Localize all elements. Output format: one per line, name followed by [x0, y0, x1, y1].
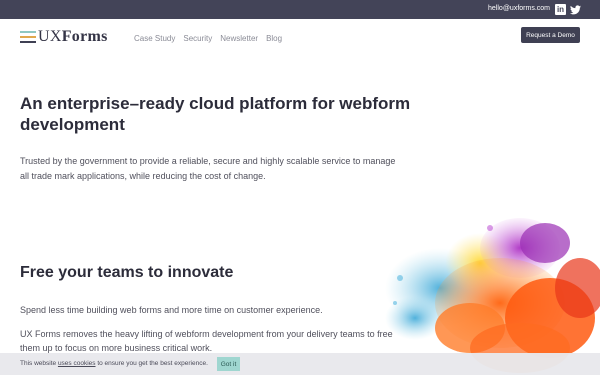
- top-bar: hello@uxforms.com in: [0, 0, 600, 19]
- section-title: Free your teams to innovate: [20, 264, 234, 281]
- nav-links: Case Study Security Newsletter Blog: [134, 34, 282, 43]
- twitter-icon[interactable]: [570, 4, 581, 15]
- request-demo-button[interactable]: Request a Demo: [521, 27, 580, 43]
- nav-link-blog[interactable]: Blog: [266, 34, 282, 43]
- cookie-banner: This website uses cookies to ensure you …: [0, 353, 600, 375]
- nav-link-newsletter[interactable]: Newsletter: [220, 34, 258, 43]
- paint-splash-image: [380, 208, 600, 375]
- section-paragraph-2: UX Forms removes the heavy lifting of we…: [20, 329, 393, 353]
- linkedin-icon[interactable]: in: [555, 4, 566, 15]
- contact-email-link[interactable]: hello@uxforms.com: [488, 5, 550, 12]
- main-nav: UXForms Case Study Security Newsletter B…: [0, 19, 600, 56]
- nav-link-case-study[interactable]: Case Study: [134, 34, 175, 43]
- nav-link-security[interactable]: Security: [183, 34, 212, 43]
- cookie-policy-link[interactable]: uses cookies: [58, 360, 96, 367]
- uxforms-logo[interactable]: UXForms: [20, 28, 108, 46]
- logo-text: UXForms: [38, 28, 108, 45]
- section-paragraph-1: Spend less time building web forms and m…: [20, 305, 323, 315]
- logo-mark-icon: [20, 31, 36, 43]
- cookie-accept-button[interactable]: Got it: [217, 357, 240, 371]
- hero-title: An enterprise–ready cloud platform for w…: [20, 94, 411, 134]
- cookie-message: This website uses cookies to ensure you …: [20, 360, 208, 367]
- hero-text: Trusted by the government to provide a r…: [20, 156, 396, 181]
